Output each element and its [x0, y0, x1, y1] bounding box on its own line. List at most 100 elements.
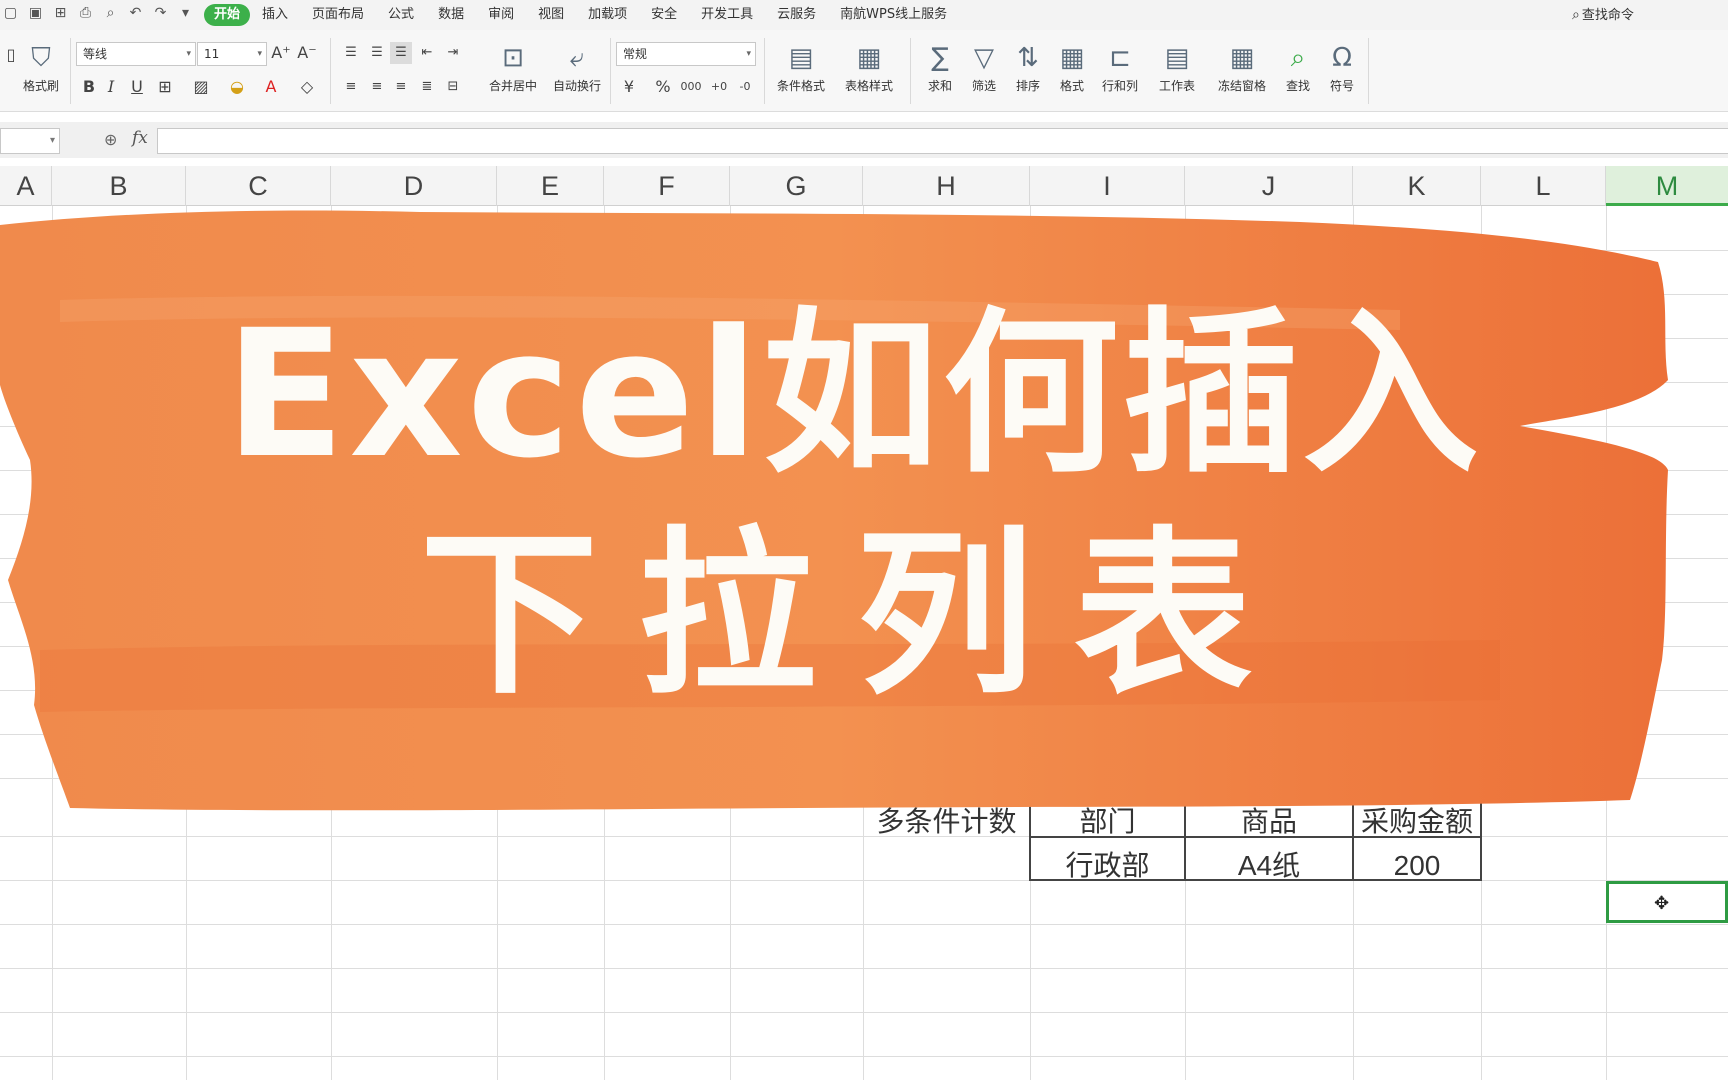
indent-decrease-icon[interactable]: ⇤ [416, 42, 438, 64]
font-color-button[interactable]: A [260, 76, 282, 98]
column-header-a[interactable]: A [0, 166, 52, 206]
column-header-c[interactable]: C [186, 166, 331, 206]
save-as-icon[interactable]: ⊞ [52, 5, 69, 22]
tab-formulas[interactable]: 公式 [376, 4, 426, 26]
tab-view[interactable]: 视图 [526, 4, 576, 26]
column-header-g[interactable]: G [730, 166, 863, 206]
print-preview-icon[interactable]: ⌕ [102, 5, 119, 22]
tab-addins[interactable]: 加载项 [576, 4, 639, 26]
tab-online-service[interactable]: 南航WPS线上服务 [828, 4, 959, 26]
formula-input[interactable] [157, 128, 1728, 154]
font-size-value: 11 [204, 47, 220, 61]
column-header-k[interactable]: K [1353, 166, 1481, 206]
column-header-d[interactable]: D [331, 166, 497, 206]
save-icon[interactable]: ▣ [27, 5, 44, 22]
cell-k-header[interactable]: 采购金额 [1353, 802, 1481, 842]
column-header-b[interactable]: B [52, 166, 186, 206]
gridline [0, 250, 1728, 251]
row-col-label: 行和列 [1101, 79, 1138, 93]
align-bottom-icon[interactable]: ☰ [390, 42, 412, 64]
command-search[interactable]: ⌕ 查找命令 [1572, 5, 1634, 25]
name-box[interactable]: ▾ [0, 128, 60, 154]
column-header-i[interactable]: I [1030, 166, 1185, 206]
font-name-select[interactable]: 等线 ▾ [76, 42, 196, 66]
font-size-select[interactable]: 11 ▾ [197, 42, 267, 66]
customize-dropdown-icon[interactable]: ▾ [177, 5, 194, 22]
decrease-decimal-icon[interactable]: -0 [734, 76, 756, 98]
cell-j-value[interactable]: A4纸 [1185, 846, 1353, 886]
fill-color-icon[interactable]: ◒ [226, 76, 248, 98]
redo-icon[interactable]: ↷ [152, 5, 169, 22]
omega-icon: Ω [1332, 43, 1352, 73]
symbol-label: 符号 [1329, 79, 1354, 93]
cell-h-label[interactable]: 多条件计数 [863, 802, 1030, 842]
undo-icon[interactable]: ↶ [127, 5, 144, 22]
cell-i-value[interactable]: 行政部 [1030, 846, 1185, 886]
italic-button[interactable]: I [100, 76, 122, 98]
border-icon[interactable]: ⊞ [154, 76, 176, 98]
tab-security[interactable]: 安全 [639, 4, 689, 26]
fill-pattern-icon[interactable]: ▨ [190, 76, 212, 98]
cell-i-header[interactable]: 部门 [1030, 802, 1185, 842]
number-format-value: 常规 [623, 47, 648, 61]
row-col-button[interactable]: ⊏ 行和列 [1092, 42, 1148, 94]
column-header-f[interactable]: F [604, 166, 730, 206]
align-middle-icon[interactable]: ☰ [366, 42, 388, 64]
tab-home[interactable]: 开始 [204, 4, 251, 26]
column-header-j[interactable]: J [1185, 166, 1353, 206]
search-icon: ⌕ [1572, 7, 1580, 23]
distributed-icon[interactable]: ⊟ [442, 76, 464, 98]
format-painter-button[interactable]: ⛉ 格式刷 [10, 42, 72, 94]
zoom-icon[interactable]: ⊕ [104, 130, 117, 149]
symbol-button[interactable]: Ω 符号 [1314, 42, 1370, 94]
gridline [0, 778, 1728, 779]
gridline [0, 1012, 1728, 1013]
underline-button[interactable]: U [126, 76, 148, 98]
bold-button[interactable]: B [78, 76, 100, 98]
formula-bar: ▾ ⊕ fx [0, 122, 1728, 158]
print-icon[interactable]: ⎙ [77, 5, 94, 22]
clear-format-icon[interactable]: ◇ [296, 76, 318, 98]
align-right-icon[interactable]: ≡ [390, 76, 412, 98]
freeze-panes-button[interactable]: ▦ 冻结窗格 [1208, 42, 1276, 94]
number-format-select[interactable]: 常规 ▾ [616, 42, 756, 66]
menu-tabs: 开始 插入 页面布局 公式 数据 审阅 视图 加载项 安全 开发工具 云服务 南… [204, 4, 959, 26]
align-top-icon[interactable]: ☰ [340, 42, 362, 64]
merge-center-button[interactable]: ⊡ 合并居中 [478, 42, 548, 94]
column-header-m[interactable]: M [1606, 166, 1728, 206]
thousands-icon[interactable]: 000 [680, 76, 702, 98]
indent-increase-icon[interactable]: ⇥ [442, 42, 464, 64]
tab-developer[interactable]: 开发工具 [689, 4, 765, 26]
cell-k-value[interactable]: 200 [1353, 846, 1481, 886]
align-center-icon[interactable]: ≡ [366, 76, 388, 98]
wrap-text-button[interactable]: ⤶ 自动换行 [546, 42, 608, 94]
column-header-e[interactable]: E [497, 166, 604, 206]
ribbon: ▯ ⛉ 格式刷 等线 ▾ 11 ▾ A⁺ A⁻ B I U ⊞ ▨ ◒ A ◇ ☰ … [0, 30, 1728, 112]
wrap-text-label: 自动换行 [552, 79, 601, 93]
column-header-h[interactable]: H [863, 166, 1030, 206]
tab-review[interactable]: 审阅 [476, 4, 526, 26]
increase-font-icon[interactable]: A⁺ [270, 42, 292, 64]
worksheet-button[interactable]: ▤ 工作表 [1146, 42, 1208, 94]
fx-button[interactable]: fx [132, 128, 148, 148]
increase-decimal-icon[interactable]: +0 [708, 76, 730, 98]
justify-icon[interactable]: ≣ [416, 76, 438, 98]
column-header-l[interactable]: L [1481, 166, 1606, 206]
gridline [0, 1056, 1728, 1057]
gridline [0, 924, 1728, 925]
conditional-format-button[interactable]: ▤ 条件格式 [768, 42, 834, 94]
chevron-down-icon: ▾ [49, 135, 55, 146]
tab-data[interactable]: 数据 [426, 4, 476, 26]
currency-icon[interactable]: ¥ [618, 76, 640, 98]
table-style-label: 表格样式 [844, 79, 893, 93]
open-icon[interactable]: ▢ [2, 5, 19, 22]
align-left-icon[interactable]: ≡ [340, 76, 362, 98]
cell-j-header[interactable]: 商品 [1185, 802, 1353, 842]
decrease-font-icon[interactable]: A⁻ [296, 42, 318, 64]
table-style-button[interactable]: ▦ 表格样式 [836, 42, 902, 94]
tab-insert[interactable]: 插入 [250, 4, 300, 26]
banner-title-line-1: Excel如何插入 [225, 292, 1483, 497]
tab-page-layout[interactable]: 页面布局 [300, 4, 376, 26]
tab-cloud-service[interactable]: 云服务 [765, 4, 828, 26]
percent-button[interactable]: % [652, 76, 674, 98]
